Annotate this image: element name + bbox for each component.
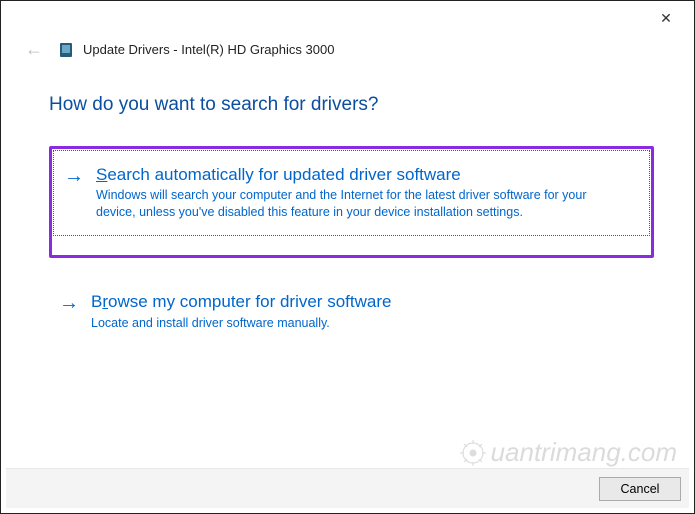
option-browse-computer[interactable]: → Browse my computer for driver software…: [49, 278, 654, 345]
page-heading: How do you want to search for drivers?: [49, 94, 654, 116]
watermark: uantrimang.com: [459, 437, 677, 468]
arrow-right-icon: →: [62, 165, 86, 221]
option-title: Search automatically for updated driver …: [96, 165, 633, 185]
titlebar: ✕: [1, 1, 694, 35]
back-arrow-icon: ←: [25, 39, 43, 59]
option-text: Search automatically for updated driver …: [96, 165, 633, 221]
option-description: Windows will search your computer and th…: [96, 187, 606, 221]
window-title: Update Drivers - Intel(R) HD Graphics 30…: [83, 42, 334, 57]
close-icon: ✕: [660, 10, 672, 27]
footer: Cancel: [6, 468, 689, 508]
option-search-automatically[interactable]: → Search automatically for updated drive…: [53, 150, 650, 236]
back-button[interactable]: ←: [19, 35, 49, 64]
content-area: How do you want to search for drivers? →…: [1, 70, 694, 345]
option-description: Locate and install driver software manua…: [91, 315, 601, 332]
watermark-text: uantrimang.com: [491, 437, 677, 468]
header: ← Update Drivers - Intel(R) HD Graphics …: [1, 35, 694, 70]
option-text: Browse my computer for driver software L…: [91, 292, 638, 331]
cancel-button[interactable]: Cancel: [599, 477, 681, 501]
highlight-frame: → Search automatically for updated drive…: [49, 146, 654, 258]
device-icon: [59, 40, 73, 60]
option-title: Browse my computer for driver software: [91, 292, 638, 312]
close-button[interactable]: ✕: [646, 5, 686, 31]
arrow-right-icon: →: [57, 292, 81, 331]
